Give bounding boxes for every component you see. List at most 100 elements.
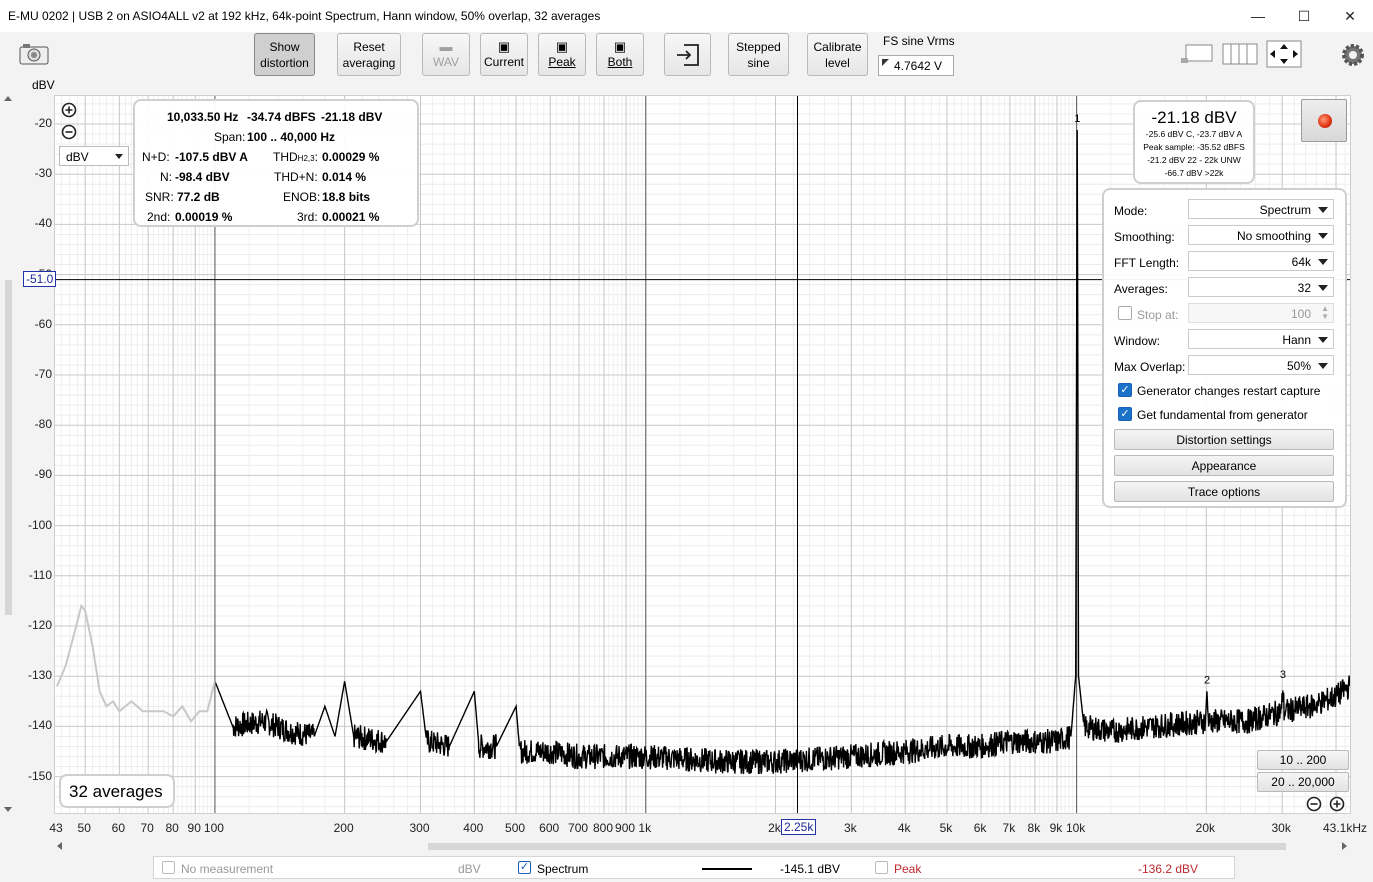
x-tick-label: 2k [768, 821, 781, 835]
peak-marker-label: 3 [1280, 669, 1286, 681]
averages-badge: 32 averages [59, 774, 175, 808]
fft-length-select[interactable]: 64k [1188, 251, 1334, 271]
x-tick-label: 7k [1002, 821, 1016, 835]
close-button[interactable]: ✕ [1327, 0, 1373, 32]
fft-length-label: FFT Length: [1114, 256, 1180, 270]
stop-at-spinner[interactable]: 100 ▲ ▼ [1188, 303, 1334, 323]
x-cursor-label[interactable]: 2.25k [781, 819, 817, 835]
zoom-out-icon[interactable] [61, 124, 77, 140]
no-measurement-label: No measurement [181, 862, 274, 876]
y-tick-label: -90 [34, 467, 52, 482]
export-button[interactable] [664, 33, 711, 76]
stop-at-checkbox[interactable] [1118, 306, 1132, 320]
show-distortion-button[interactable]: Show distortion [254, 33, 315, 76]
x-tick-label: 1k [638, 821, 652, 835]
x-zoom-out-icon[interactable] [1306, 796, 1322, 812]
x-tick-label: 5k [939, 821, 953, 835]
smoothing-select[interactable]: No smoothing [1188, 225, 1334, 245]
spectrum-line-swatch [702, 868, 752, 870]
both-button[interactable]: ▣ Both [596, 33, 644, 76]
x-zoom-in-icon[interactable] [1329, 796, 1345, 812]
stepped-sine-button[interactable]: Stepped sine [728, 33, 789, 76]
spectrum-checkbox[interactable]: ✓ [518, 861, 531, 874]
vertical-scrollbar[interactable] [2, 95, 14, 815]
chevron-down-icon [1318, 259, 1328, 265]
y-tick-label: -30 [34, 166, 52, 181]
generator-restart-checkbox[interactable]: ✓ [1118, 383, 1132, 397]
spectrum-legend-label: Spectrum [537, 862, 589, 876]
minimize-button[interactable]: — [1235, 0, 1281, 32]
x-tick-label: 6k [973, 821, 987, 835]
y-cursor-label[interactable]: -51.0 [23, 271, 57, 287]
fs-sine-input[interactable]: 4.7642 V [878, 55, 954, 76]
save-icon: ▣ [555, 38, 569, 54]
y-tick-label: -130 [27, 668, 52, 683]
appearance-button[interactable]: Appearance [1114, 455, 1334, 476]
mode-select[interactable]: Spectrum [1188, 199, 1334, 219]
thdn-label: THD+N: [274, 170, 318, 184]
maximize-button[interactable]: ☐ [1281, 0, 1327, 32]
chevron-down-icon [1318, 285, 1328, 291]
n-value: -98.4 dBV [175, 170, 230, 184]
fundamental-from-generator-checkbox[interactable]: ✓ [1118, 407, 1132, 421]
trace-options-button[interactable]: Trace options [1114, 481, 1334, 502]
y-tick-label: -110 [28, 567, 52, 582]
horizontal-scrollbar[interactable] [54, 840, 1351, 852]
camera-icon[interactable] [18, 42, 50, 66]
readout-dbv: -21.18 dBV [321, 110, 383, 124]
corner-icon [882, 59, 889, 66]
fs-label: FS sine Vrms [883, 34, 955, 48]
second-value: 0.00019 % [175, 210, 233, 224]
window-select[interactable]: Hann [1188, 329, 1334, 349]
third-value: 0.00021 % [322, 210, 380, 224]
fundamental-from-generator-label: Get fundamental from generator [1137, 408, 1308, 422]
reset-averaging-button[interactable]: Reset averaging [337, 33, 401, 76]
x-tick-label: 10k [1065, 821, 1086, 835]
chevron-down-icon [1318, 363, 1328, 369]
zoom-preset-10-200-button[interactable]: 10 .. 200 [1257, 750, 1349, 770]
peak-marker-label: 1 [1074, 113, 1080, 125]
smoothing-label: Smoothing: [1114, 230, 1175, 244]
no-measurement-checkbox[interactable] [162, 861, 175, 874]
record-button[interactable] [1301, 99, 1347, 142]
layout-single-icon[interactable] [1180, 42, 1214, 66]
averages-select[interactable]: 32 [1188, 277, 1334, 297]
pan-arrows-icon[interactable] [1266, 40, 1302, 68]
layout-columns-icon[interactable] [1222, 42, 1258, 66]
x-tick-label: 30k [1271, 821, 1291, 835]
spectrum-plot[interactable]: 1 2 3 dBV 10,033.50 Hz -34.74 dBFS -21.18 … [54, 95, 1351, 814]
zoom-preset-20-20000-button[interactable]: 20 .. 20,000 [1257, 772, 1349, 792]
unit-select[interactable]: dBV [59, 146, 129, 166]
x-tick-label: 900 [615, 821, 636, 835]
peak-button[interactable]: ▣ Peak [538, 33, 586, 76]
x-tick-label: 200 [333, 821, 354, 835]
window-title: E-MU 0202 | USB 2 on ASIO4ALL v2 at 192 … [8, 9, 601, 23]
record-icon [1318, 114, 1332, 128]
x-tick-label: 600 [539, 821, 560, 835]
peak-checkbox[interactable] [875, 861, 888, 874]
current-button[interactable]: ▣ Current [480, 33, 528, 76]
x-tick-label: 100 [203, 821, 224, 835]
readout-dbfs: -34.74 dBFS [247, 110, 316, 124]
y-tick-label: -100 [27, 517, 52, 532]
x-tick-label: 700 [568, 821, 589, 835]
x-tick-label: 50 [77, 821, 91, 835]
y-tick-label: -80 [34, 417, 52, 432]
y-tick-label: -20 [34, 116, 52, 130]
x-tick-label: 300 [409, 821, 430, 835]
chevron-down-icon [1318, 207, 1328, 213]
distortion-settings-button[interactable]: Distortion settings [1114, 429, 1334, 450]
calibrate-level-button[interactable]: Calibrate level [807, 33, 868, 76]
second-label: 2nd: [147, 210, 171, 224]
gear-icon[interactable] [1340, 42, 1366, 68]
readout-frequency: 10,033.50 Hz [167, 110, 239, 124]
y-tick-label: -120 [27, 618, 52, 632]
overlap-select[interactable]: 50% [1188, 355, 1334, 375]
zoom-in-icon[interactable] [61, 102, 77, 118]
y-unit-label: dBV [32, 78, 55, 92]
x-tick-label: 60 [111, 821, 126, 835]
wav-button[interactable]: ▬ WAV [422, 33, 470, 76]
control-panel: Mode: Spectrum Smoothing: No smoothing F… [1102, 188, 1347, 508]
x-tick-label: 4k [897, 821, 911, 835]
x-tick-label: 80 [165, 821, 179, 835]
